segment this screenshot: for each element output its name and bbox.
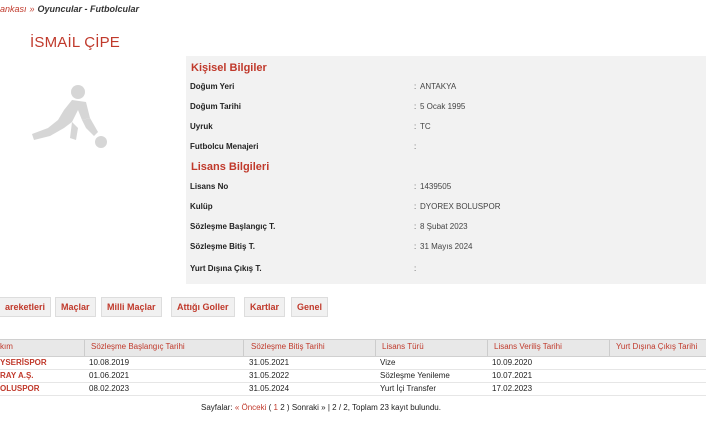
column-divider (243, 340, 244, 356)
pagination-summary: | 2 / 2, Toplam 23 kayıt bulundu. (327, 403, 441, 412)
player-info-panel: Kişisel Bilgiler Doğum Yeri : ANTAKYA Do… (186, 56, 706, 284)
tab-national-matches[interactable]: Milli Maçlar (101, 297, 162, 317)
info-row-abroad-departure: Yurt Dışına Çıkış T. : (190, 264, 700, 284)
breadcrumb-current: Oyuncular - Futbolcular (37, 4, 140, 14)
cell-license-type: Yurt İçi Transfer (380, 384, 437, 393)
cell-contract-start: 10.08.2019 (89, 358, 130, 367)
info-row-contract-start: Sözleşme Başlangıç T. : 8 Şubat 2023 (190, 222, 700, 242)
tab-transfers[interactable]: areketleri (0, 297, 52, 317)
info-row-nationality: Uyruk : TC (190, 122, 700, 142)
info-row-club: Kulüp : DYOREX BOLUSPOR (190, 202, 700, 222)
column-header-license-type: Lisans Türü (382, 342, 424, 351)
tab-matches[interactable]: Maçlar (55, 297, 96, 317)
column-divider (375, 340, 376, 356)
info-value: DYOREX BOLUSPOR (420, 202, 501, 211)
info-label: Kulüp (190, 202, 213, 211)
cell-license-date: 17.02.2023 (492, 384, 533, 393)
column-header-club: kım (0, 342, 13, 351)
personal-info-title: Kişisel Bilgiler (191, 62, 267, 74)
breadcrumb-parent-link[interactable]: ankası (0, 4, 27, 14)
column-header-abroad-date: Yurt Dışına Çıkış Tarihi (616, 342, 698, 351)
column-divider (609, 340, 610, 356)
info-label: Futbolcu Menajeri (190, 142, 259, 151)
pagination-open-paren: ( (268, 403, 272, 412)
column-divider (487, 340, 488, 356)
cell-contract-end: 31.05.2021 (249, 358, 290, 367)
column-header-license-date: Lisans Veriliş Tarihi (494, 342, 562, 351)
column-divider (84, 340, 85, 356)
info-label: Doğum Yeri (190, 82, 235, 91)
pagination-close-paren: ) (286, 403, 290, 412)
info-value: 1439505 (420, 182, 452, 191)
pagination-label: Sayfalar: (201, 403, 233, 412)
info-label: Uyruk (190, 122, 213, 131)
next-page-link[interactable]: Sonraki » (292, 403, 326, 412)
info-label: Lisans No (190, 182, 229, 191)
tab-goals[interactable]: Attığı Goller (171, 297, 235, 317)
breadcrumb-separator: » (29, 4, 35, 14)
player-name: İSMAİL ÇİPE (30, 34, 121, 51)
prev-page-link[interactable]: « Önceki (235, 403, 267, 412)
info-row-agent: Futbolcu Menajeri : (190, 142, 700, 162)
cell-contract-end: 31.05.2024 (249, 384, 290, 393)
info-colon: : (414, 102, 417, 111)
table-row: YSERİSPOR 10.08.2019 31.05.2021 Vize 10.… (0, 357, 706, 370)
tab-cards[interactable]: Kartlar (244, 297, 286, 317)
column-header-contract-start: Sözleşme Başlangıç Tarihi (91, 342, 185, 351)
info-row-contract-end: Sözleşme Bitiş T. : 31 Mayıs 2024 (190, 242, 700, 262)
player-silhouette-icon (32, 85, 107, 148)
info-value: 8 Şubat 2023 (420, 222, 468, 231)
info-value: 5 Ocak 1995 (420, 102, 466, 111)
license-info-title: Lisans Bilgileri (191, 161, 270, 173)
column-header-contract-end: Sözleşme Bitiş Tarihi (251, 342, 325, 351)
table-row: OLUSPOR 08.02.2023 31.05.2024 Yurt İçi T… (0, 383, 706, 396)
info-value: 31 Mayıs 2024 (420, 242, 473, 251)
cell-license-date: 10.09.2020 (492, 358, 533, 367)
info-colon: : (414, 82, 417, 91)
info-label: Sözleşme Bitiş T. (190, 242, 255, 251)
info-colon: : (414, 264, 417, 273)
cell-license-date: 10.07.2021 (492, 371, 533, 380)
cell-contract-start: 08.02.2023 (89, 384, 130, 393)
table-row: RAY A.Ş. 01.06.2021 31.05.2022 Sözleşme … (0, 370, 706, 383)
cell-club-link[interactable]: RAY A.Ş. (0, 371, 34, 380)
info-row-license-no: Lisans No : 1439505 (190, 182, 700, 202)
cell-contract-end: 31.05.2022 (249, 371, 290, 380)
cell-club-link[interactable]: OLUSPOR (0, 384, 40, 393)
cell-license-type: Sözleşme Yenileme (380, 371, 450, 380)
info-row-birthdate: Doğum Tarihi : 5 Ocak 1995 (190, 102, 700, 122)
info-colon: : (414, 242, 417, 251)
cell-contract-start: 01.06.2021 (89, 371, 130, 380)
info-colon: : (414, 122, 417, 131)
cell-license-type: Vize (380, 358, 396, 367)
tab-general[interactable]: Genel (291, 297, 329, 317)
page-2-current: 2 (280, 403, 285, 412)
info-label: Doğum Tarihi (190, 102, 241, 111)
breadcrumb: ankası» Oyuncular - Futbolcular (0, 4, 139, 14)
info-value: ANTAKYA (420, 82, 457, 91)
info-row-birthplace: Doğum Yeri : ANTAKYA (190, 82, 700, 102)
table-header: kım Sözleşme Başlangıç Tarihi Sözleşme B… (0, 339, 706, 357)
info-colon: : (414, 142, 417, 151)
info-colon: : (414, 202, 417, 211)
page-1-link[interactable]: 1 (274, 403, 278, 412)
info-value: TC (420, 122, 431, 131)
info-colon: : (414, 222, 417, 231)
cell-club-link[interactable]: YSERİSPOR (0, 358, 47, 367)
info-label: Sözleşme Başlangıç T. (190, 222, 276, 231)
info-colon: : (414, 182, 417, 191)
pagination: Sayfalar: « Önceki ( 1 2 ) Sonraki » | 2… (201, 403, 441, 412)
info-label: Yurt Dışına Çıkış T. (190, 264, 262, 273)
